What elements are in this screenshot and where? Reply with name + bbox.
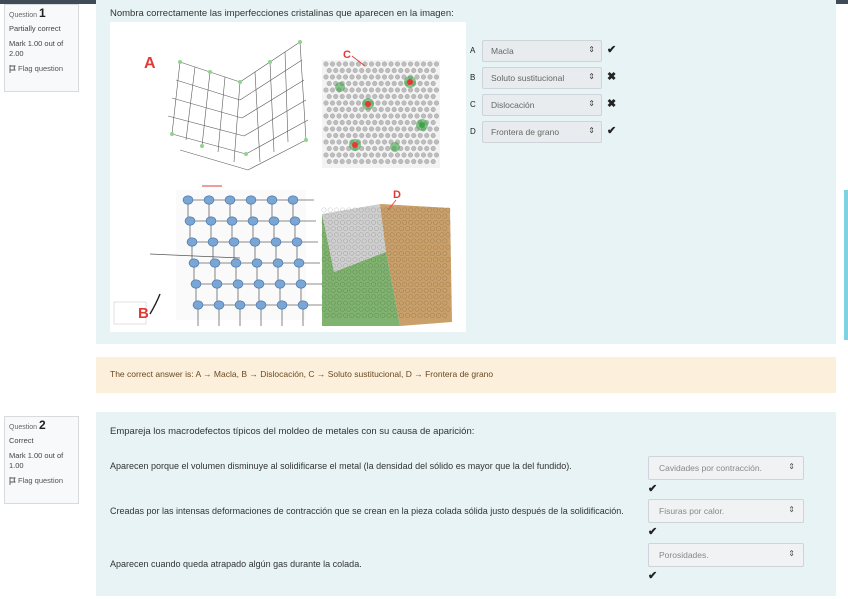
- label-a: A: [144, 55, 156, 72]
- select-caret-icon: ⇕: [588, 45, 595, 54]
- twin-lattice-diagram: [167, 41, 309, 171]
- incorrect-icon: ✖: [607, 71, 617, 83]
- question-state: Partially correct: [9, 24, 61, 33]
- scroll-indicator: [844, 190, 848, 340]
- crystal-imperfections-image: A C B D: [110, 22, 466, 332]
- correct-icon: ✔: [648, 526, 658, 538]
- flag-question-link[interactable]: Flag question: [9, 64, 74, 74]
- substitutional-diagram: [322, 55, 440, 168]
- grain-boundary-diagram: [321, 199, 452, 326]
- question-1-info: Question 1 Partially correct Mark 1.00 ou…: [4, 4, 79, 92]
- match-prompt: Aparecen cuando queda atrapado algún gas…: [110, 559, 362, 569]
- select-caret-icon: ⇕: [588, 72, 595, 81]
- correct-icon: ✔: [607, 125, 617, 137]
- match-select-3[interactable]: Porosidades. ⇕: [648, 543, 804, 567]
- select-caret-icon: ⇕: [788, 505, 795, 514]
- question-text: Nombra correctamente las imperfecciones …: [110, 8, 454, 19]
- answer-label: B: [470, 73, 476, 82]
- match-prompt: Creadas por las intensas deformaciones d…: [110, 506, 624, 516]
- answer-label: D: [470, 127, 476, 136]
- answer-label: A: [470, 46, 476, 55]
- correct-answer-feedback: The correct answer is: A → Macla, B → Di…: [96, 357, 836, 393]
- flag-question-link[interactable]: Flag question: [9, 476, 74, 486]
- correct-icon: ✔: [648, 570, 658, 582]
- question-2-info: Question 2 Correct Mark 1.00 out of 1.00 …: [4, 416, 79, 504]
- question-text: Empareja los macrodefectos típicos del m…: [110, 426, 475, 437]
- correct-icon: ✔: [607, 44, 617, 56]
- question-grade: Mark 1.00 out of 2.00: [9, 39, 64, 58]
- label-d: D: [393, 189, 401, 201]
- select-caret-icon: ⇕: [788, 549, 795, 558]
- correct-icon: ✔: [648, 483, 658, 495]
- answer-label: C: [470, 100, 476, 109]
- label-c: C: [343, 49, 351, 61]
- answer-select-c[interactable]: Dislocación ⇕: [482, 94, 602, 116]
- flag-icon: [9, 65, 16, 74]
- match-select-1[interactable]: Cavidades por contracción. ⇕: [648, 456, 804, 480]
- question-state: Correct: [9, 436, 34, 445]
- answer-select-b[interactable]: Soluto sustitucional ⇕: [482, 67, 602, 89]
- select-caret-icon: ⇕: [788, 462, 795, 471]
- select-caret-icon: ⇕: [588, 99, 595, 108]
- question-grade: Mark 1.00 out of 1.00: [9, 451, 64, 470]
- label-b: B: [138, 305, 149, 322]
- match-prompt: Aparecen porque el volumen disminuye al …: [110, 461, 572, 471]
- incorrect-icon: ✖: [607, 98, 617, 110]
- question-number: Question 1: [9, 6, 46, 20]
- select-caret-icon: ⇕: [588, 126, 595, 135]
- crystal-figure: A C B D: [113, 40, 452, 326]
- question-number: Question 2: [9, 418, 46, 432]
- question-1-formulation: Nombra correctamente las imperfecciones …: [96, 0, 836, 344]
- match-select-2[interactable]: Fisuras por calor. ⇕: [648, 499, 804, 523]
- answer-select-a[interactable]: Macla ⇕: [482, 40, 602, 62]
- answer-select-d[interactable]: Frontera de grano ⇕: [482, 121, 602, 143]
- question-2-formulation: Empareja los macrodefectos típicos del m…: [96, 412, 836, 596]
- flag-icon: [9, 477, 16, 486]
